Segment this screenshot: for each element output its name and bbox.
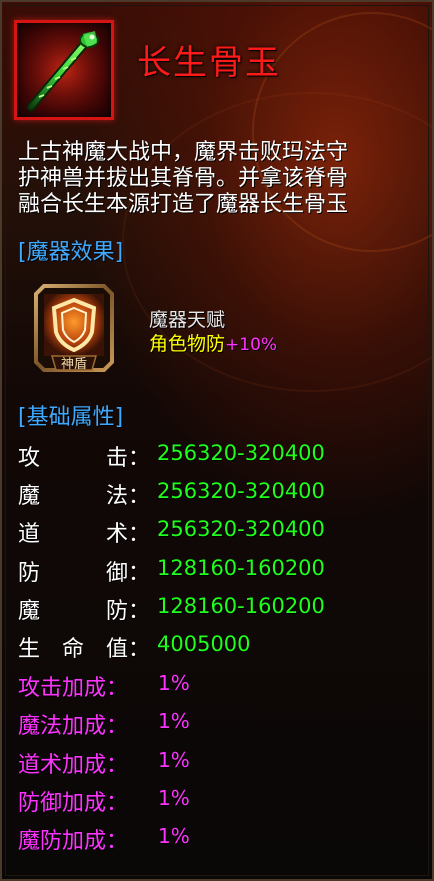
- attribute-value: 256320-320400: [157, 479, 325, 503]
- item-icon: [14, 20, 114, 120]
- talent-stat-value: +10%: [225, 335, 278, 355]
- green-bone-staff-icon: [17, 23, 111, 117]
- attribute-value: 4005000: [157, 632, 251, 656]
- bonus-label: 防御加成：: [18, 791, 129, 816]
- bonus-value: 1%: [158, 748, 190, 772]
- bonus-label: 道术加成：: [18, 753, 129, 778]
- attribute-value: 256320-320400: [157, 517, 325, 541]
- bonus-value: 1%: [158, 671, 190, 695]
- artifact-effect-header: [魔器效果]: [18, 240, 124, 265]
- attribute-value: 128160-160200: [157, 556, 325, 580]
- item-description: 上古神魔大战中，魔界击败玛法守 护神兽并拔出其脊骨。并拿该脊骨 融合长生本源打造…: [18, 140, 418, 218]
- bonus-label: 攻击加成：: [18, 676, 129, 701]
- talent-effect: 角色物防+10%: [149, 329, 277, 356]
- description-line: 护神兽并拔出其脊骨。并拿该脊骨: [18, 166, 349, 191]
- divine-shield-icon: 神盾: [34, 284, 114, 372]
- description-line: 融合长生本源打造了魔器长生骨玉: [18, 192, 349, 217]
- bonus-value: 1%: [158, 824, 190, 848]
- item-tooltip: 长生骨玉 上古神魔大战中，魔界击败玛法守 护神兽并拔出其脊骨。并拿该脊骨 融合长…: [0, 0, 434, 881]
- attribute-value: 256320-320400: [157, 441, 325, 465]
- bonus-value: 1%: [158, 786, 190, 810]
- item-name: 长生骨玉: [137, 43, 281, 83]
- attribute-value: 128160-160200: [157, 594, 325, 618]
- talent-icon: 神盾: [24, 278, 124, 378]
- talent-stat-name: 角色物防: [149, 333, 226, 355]
- talent-icon-text: 神盾: [61, 357, 87, 372]
- base-attributes-header: [基础属性]: [18, 405, 124, 430]
- description-line: 上古神魔大战中，魔界击败玛法守: [18, 140, 349, 165]
- bonus-value: 1%: [158, 709, 190, 733]
- talent-title: 魔器天赋: [149, 309, 226, 331]
- bonus-label: 魔防加成：: [18, 829, 129, 854]
- bonus-label: 魔法加成：: [18, 714, 129, 739]
